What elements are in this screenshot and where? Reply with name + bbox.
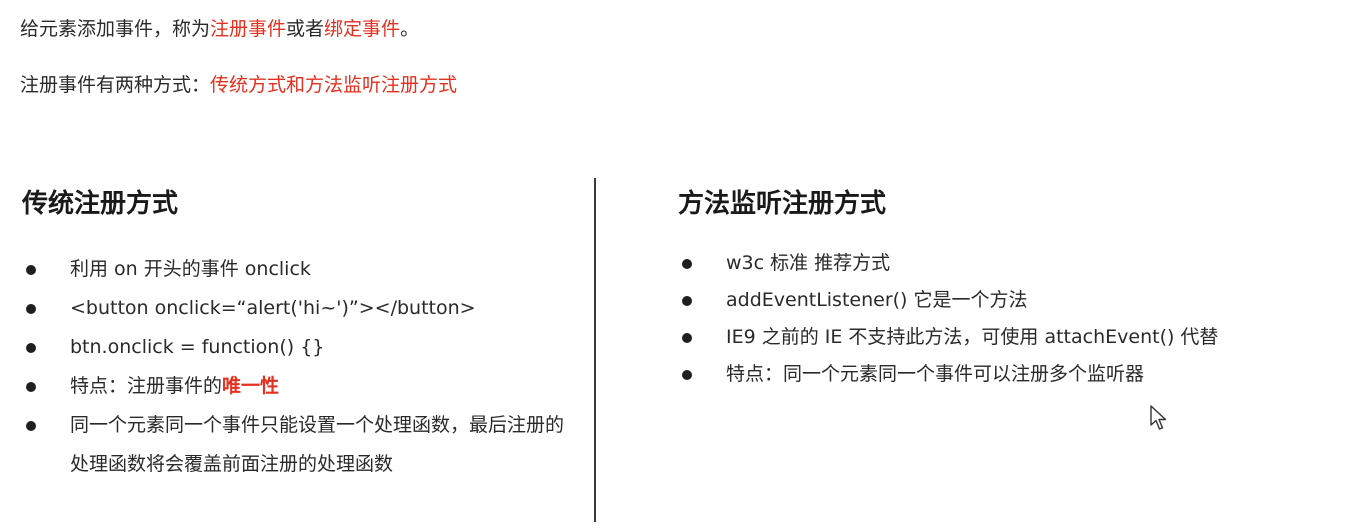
left-column-heading: 传统注册方式 <box>22 189 179 219</box>
list-item: w3c 标准 推荐方式 <box>680 245 1320 282</box>
list-item-text: 特点：同一个元素同一个事件可以注册多个监听器 <box>726 363 1145 385</box>
list-item-text: 利用 on 开头的事件 onclick <box>70 258 311 280</box>
list-item-text: addEventListener() 它是一个方法 <box>726 289 1028 311</box>
intro-line-1-text-b: 或者 <box>286 18 325 40</box>
column-divider <box>594 178 596 522</box>
list-item: IE9 之前的 IE 不支持此方法，可使用 attachEvent() 代替 <box>680 319 1320 356</box>
intro-line-1-highlight-register: 注册事件 <box>210 18 287 40</box>
listener-method-list: w3c 标准 推荐方式 addEventListener() 它是一个方法 IE… <box>680 245 1320 393</box>
list-item-text: <button onclick=“alert('hi~')”></button> <box>70 297 476 319</box>
bullet-dot-icon <box>26 304 36 314</box>
intro-line-2-highlight: 传统方式和方法监听注册方式 <box>210 74 458 96</box>
list-item: 利用 on 开头的事件 onclick <box>24 250 584 289</box>
mouse-pointer-icon <box>1150 405 1167 430</box>
list-item-text: w3c 标准 推荐方式 <box>726 252 891 274</box>
bullet-dot-icon <box>682 333 692 343</box>
list-item: btn.onclick = function() {} <box>24 328 584 367</box>
intro-line-2: 注册事件有两种方式：传统方式和方法监听注册方式 <box>20 72 457 98</box>
list-item: 同一个元素同一个事件只能设置一个处理函数，最后注册的处理函数将会覆盖前面注册的处… <box>24 406 570 484</box>
bullet-dot-icon <box>26 265 36 275</box>
intro-line-1: 给元素添加事件，称为注册事件或者绑定事件。 <box>20 16 419 42</box>
bullet-dot-icon <box>682 370 692 380</box>
bullet-dot-icon <box>26 382 36 392</box>
list-item-text: btn.onclick = function() {} <box>70 336 325 358</box>
bullet-dot-icon <box>682 296 692 306</box>
right-column-heading: 方法监听注册方式 <box>678 189 887 219</box>
list-item: 特点：同一个元素同一个事件可以注册多个监听器 <box>680 356 1320 393</box>
list-item-text: 同一个元素同一个事件只能设置一个处理函数，最后注册的处理函数将会覆盖前面注册的处… <box>70 414 565 475</box>
list-item: addEventListener() 它是一个方法 <box>680 282 1320 319</box>
intro-line-1-highlight-bind: 绑定事件 <box>324 18 401 40</box>
intro-line-1-text-c: 。 <box>400 18 420 40</box>
list-item: 特点：注册事件的唯一性 <box>24 367 584 406</box>
list-item: <button onclick=“alert('hi~')”></button> <box>24 289 584 328</box>
bullet-dot-icon <box>26 421 36 431</box>
intro-line-2-text: 注册事件有两种方式： <box>20 74 211 96</box>
traditional-method-list: 利用 on 开头的事件 onclick <button onclick=“ale… <box>24 250 584 484</box>
uniqueness-emphasis: 唯一性 <box>222 375 280 397</box>
list-item-text: IE9 之前的 IE 不支持此方法，可使用 attachEvent() 代替 <box>726 326 1219 348</box>
bullet-dot-icon <box>26 343 36 353</box>
list-item-text: 特点：注册事件的 <box>70 375 223 397</box>
bullet-dot-icon <box>682 259 692 269</box>
intro-line-1-text-a: 给元素添加事件，称为 <box>20 18 211 40</box>
